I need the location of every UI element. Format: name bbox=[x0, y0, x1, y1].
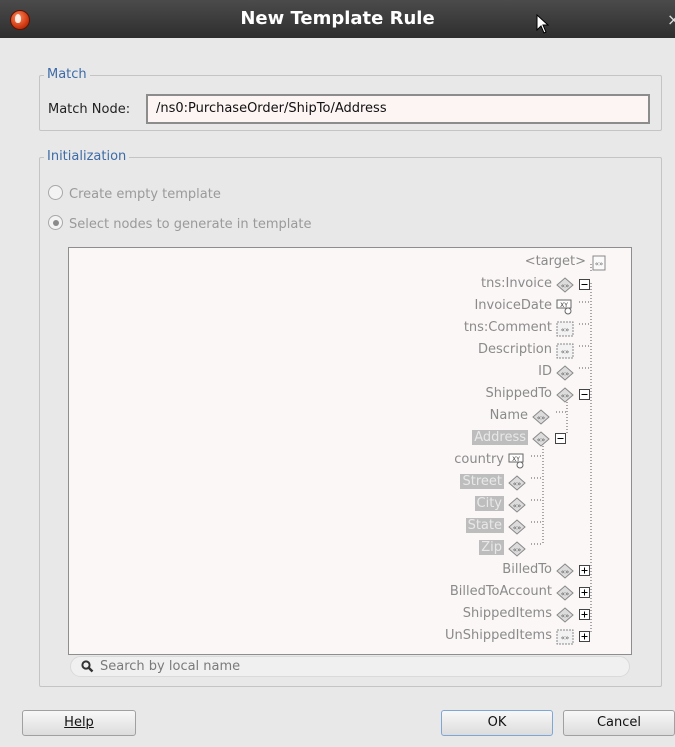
expand-icon[interactable] bbox=[579, 587, 590, 598]
svg-text:«»: «» bbox=[561, 590, 570, 598]
create-empty-template-option[interactable]: Create empty template bbox=[48, 185, 221, 202]
svg-text:«»: «» bbox=[513, 480, 522, 488]
element-icon: «» bbox=[508, 475, 526, 491]
search-input[interactable]: Search by local name bbox=[70, 656, 630, 677]
svg-text:«»: «» bbox=[561, 568, 570, 576]
svg-text:«»: «» bbox=[561, 634, 570, 642]
close-icon[interactable]: × bbox=[667, 10, 675, 29]
xy-attribute-icon: XY bbox=[508, 453, 524, 469]
radio-button[interactable] bbox=[48, 185, 63, 200]
tree-node-tns-comment[interactable]: tns:Comment bbox=[464, 320, 552, 335]
element-icon: «» bbox=[556, 585, 574, 601]
element-icon: «» bbox=[508, 541, 526, 557]
tree-node-target[interactable]: <target> bbox=[525, 254, 586, 269]
help-label: Help bbox=[64, 715, 94, 730]
svg-text:«»: «» bbox=[561, 282, 570, 290]
match-legend: Match bbox=[44, 67, 90, 82]
tree-node-name[interactable]: Name bbox=[490, 408, 528, 423]
help-button[interactable]: Help bbox=[22, 710, 136, 736]
cancel-button[interactable]: Cancel bbox=[563, 710, 675, 736]
element-icon: «» bbox=[532, 431, 550, 447]
tree-node-state[interactable]: State bbox=[465, 518, 504, 533]
node-tree[interactable]: <target> «» tns:Invoice «» InvoiceDate XY tns:… bbox=[68, 247, 632, 655]
radio-label: Create empty template bbox=[69, 187, 221, 202]
element-icon: «» bbox=[556, 277, 574, 293]
ok-button[interactable]: OK bbox=[441, 710, 553, 736]
tree-node-billedtoaccount[interactable]: BilledToAccount bbox=[450, 584, 552, 599]
search-placeholder: Search by local name bbox=[100, 659, 241, 674]
element-icon: «» bbox=[532, 409, 550, 425]
tree-node-shippedto[interactable]: ShippedTo bbox=[485, 386, 552, 401]
svg-text:«»: «» bbox=[513, 502, 522, 510]
xy-attribute-icon: XY bbox=[556, 299, 572, 315]
tree-node-tns-invoice[interactable]: tns:Invoice bbox=[481, 276, 552, 291]
title-bar: New Template Rule × bbox=[0, 0, 675, 38]
match-node-field[interactable]: /ns0:PurchaseOrder/ShipTo/Address bbox=[146, 94, 650, 124]
collapse-icon[interactable] bbox=[555, 433, 566, 444]
optional-element-icon: «» bbox=[556, 343, 574, 359]
match-node-label: Match Node: bbox=[48, 102, 131, 117]
radio-label: Select nodes to generate in template bbox=[69, 217, 312, 232]
tree-node-description[interactable]: Description bbox=[478, 342, 552, 357]
tree-node-shippeditems[interactable]: ShippedItems bbox=[463, 606, 552, 621]
search-icon bbox=[81, 660, 94, 673]
target-schema-icon: «» bbox=[592, 255, 606, 271]
select-nodes-option[interactable]: Select nodes to generate in template bbox=[48, 215, 311, 232]
expand-icon[interactable] bbox=[579, 609, 590, 620]
svg-text:«»: «» bbox=[561, 612, 570, 620]
optional-element-icon: «» bbox=[556, 321, 574, 337]
expand-icon[interactable] bbox=[579, 631, 590, 642]
ok-label: OK bbox=[487, 715, 507, 730]
tree-node-invoicedate[interactable]: InvoiceDate bbox=[474, 298, 552, 313]
expand-icon[interactable] bbox=[579, 565, 590, 576]
element-icon: «» bbox=[556, 563, 574, 579]
svg-text:«»: «» bbox=[537, 414, 546, 422]
tree-node-street[interactable]: Street bbox=[460, 474, 504, 489]
svg-text:«»: «» bbox=[595, 260, 604, 268]
initialization-legend: Initialization bbox=[44, 149, 130, 164]
element-icon: «» bbox=[508, 519, 526, 535]
svg-text:«»: «» bbox=[537, 436, 546, 444]
svg-text:«»: «» bbox=[561, 326, 570, 334]
svg-text:«»: «» bbox=[513, 546, 522, 554]
svg-text:«»: «» bbox=[561, 370, 570, 378]
svg-text:«»: «» bbox=[561, 348, 570, 356]
tree-node-zip[interactable]: Zip bbox=[479, 540, 504, 555]
svg-text:«»: «» bbox=[513, 524, 522, 532]
element-icon: «» bbox=[508, 497, 526, 513]
mouse-cursor-icon bbox=[536, 14, 550, 34]
tree-node-id[interactable]: ID bbox=[538, 364, 552, 379]
tree-node-billedto[interactable]: BilledTo bbox=[502, 562, 552, 577]
radio-button-selected[interactable] bbox=[48, 215, 63, 230]
cancel-label: Cancel bbox=[596, 715, 642, 730]
collapse-icon[interactable] bbox=[579, 279, 590, 290]
tree-node-city[interactable]: City bbox=[474, 496, 504, 511]
tree-node-unshippeditems[interactable]: UnShippedItems bbox=[445, 628, 552, 643]
tree-node-address[interactable]: Address bbox=[472, 430, 528, 445]
element-icon: «» bbox=[556, 365, 574, 381]
svg-text:«»: «» bbox=[561, 392, 570, 400]
element-icon: «» bbox=[556, 387, 574, 403]
collapse-icon[interactable] bbox=[579, 389, 590, 400]
window-title: New Template Rule bbox=[240, 8, 435, 29]
element-icon: «» bbox=[556, 607, 574, 623]
tree-node-country[interactable]: country bbox=[454, 452, 504, 467]
optional-element-icon: «» bbox=[556, 629, 574, 645]
